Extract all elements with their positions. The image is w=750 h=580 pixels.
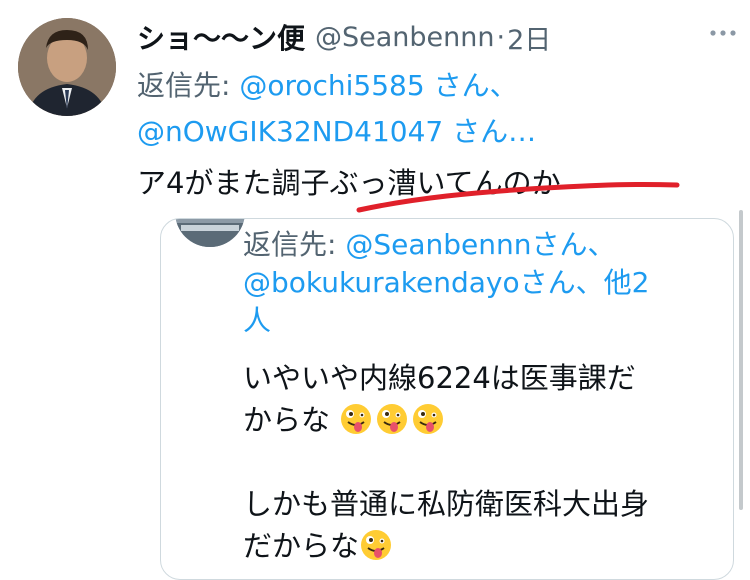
quoted-reply-line-1: 返信先: @Seanbennnさん、 <box>243 223 616 263</box>
quoted-avatar-icon <box>175 219 245 247</box>
quoted-text-line-2-text: からな <box>243 403 331 437</box>
reply-to-label: 返信先: <box>137 69 231 102</box>
quoted-reply-line-3: 人 <box>243 299 271 339</box>
reply-to-line-1: 返信先: @orochi5585 さん、 <box>137 64 518 104</box>
more-options-button[interactable] <box>708 18 738 48</box>
separator-dot: · <box>496 21 506 53</box>
quoted-text-line-1: いやいや内線6224は医事課だ <box>243 361 636 395</box>
quoted-mention-bokukura[interactable]: @bokukurakendayo <box>243 266 520 299</box>
ellipsis-icon <box>710 30 736 36</box>
reply-to-line-2: @nOwGIK32ND41047 さん… <box>137 110 536 150</box>
quoted-text-line-4: だからな <box>243 523 395 565</box>
person-avatar-icon <box>18 18 116 116</box>
reply-mention-nowgik[interactable]: @nOwGIK32ND41047 <box>137 115 443 148</box>
quoted-text-line-2: からな <box>243 397 447 439</box>
quoted-tweet-card[interactable]: 返信先: @Seanbennnさん、 @bokukurakendayoさん、他2… <box>160 218 734 580</box>
quoted-others-tail[interactable]: 人 <box>243 304 271 337</box>
zany-face-emoji-icon <box>413 404 444 434</box>
user-handle[interactable]: @Seanbennn <box>315 22 495 53</box>
quoted-text-line-3: しかも普通に私防衛医科大出身 <box>243 487 650 521</box>
quoted-others[interactable]: 他2 <box>604 266 650 299</box>
red-underline-annotation <box>356 181 680 213</box>
quoted-san-1: さん、 <box>531 228 616 261</box>
quoted-author-avatar[interactable] <box>175 219 245 247</box>
reply-mention-orochi[interactable]: @orochi5585 <box>239 69 424 102</box>
quoted-text-line-4-text: だからな <box>243 529 360 563</box>
quoted-reply-label: 返信先: <box>243 228 346 261</box>
reply-san-2: さん… <box>443 115 537 148</box>
zany-face-emoji-icon <box>361 530 392 560</box>
quoted-san-2: さん、 <box>519 266 604 299</box>
reply-san-1: さん、 <box>424 69 518 102</box>
zany-face-emoji-icon <box>377 404 408 434</box>
quoted-reply-line-2: @bokukurakendayoさん、他2 <box>243 261 649 301</box>
author-avatar[interactable] <box>18 18 116 116</box>
quoted-mention-seanbennn[interactable]: @Seanbennn <box>345 228 531 261</box>
zany-face-emoji-icon <box>341 404 372 434</box>
display-name[interactable]: ショ〜〜ン便 <box>137 17 305 57</box>
timestamp[interactable]: 2日 <box>507 18 551 57</box>
tweet-header: ショ〜〜ン便 @Seanbennn · 2日 <box>137 17 737 57</box>
scrollbar[interactable] <box>739 210 743 510</box>
